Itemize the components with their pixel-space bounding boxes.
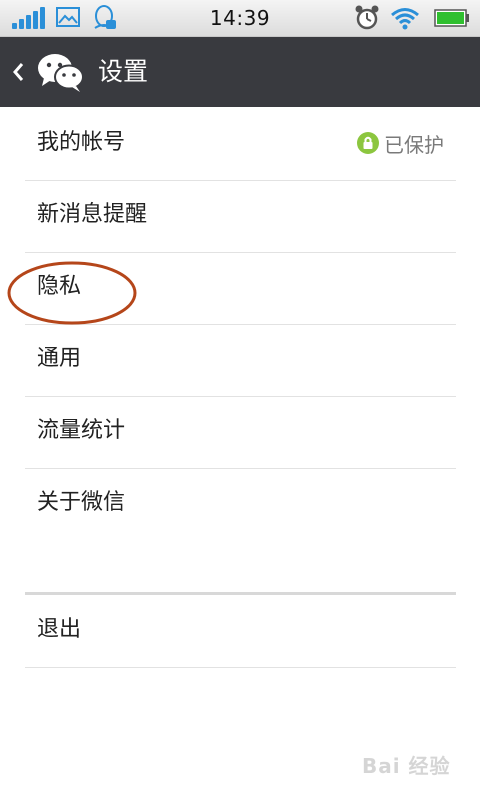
settings-item-label: 我的帐号 [37, 130, 126, 155]
account-status-text: 已保护 [384, 132, 444, 157]
logout-button[interactable]: 退出 [25, 595, 456, 668]
settings-item-account[interactable]: 我的帐号 已保护 [25, 108, 456, 181]
alarm-icon [355, 5, 379, 30]
settings-item-label: 关于微信 [37, 490, 126, 515]
settings-item-label: 通用 [37, 346, 82, 371]
settings-item-label: 新消息提醒 [37, 202, 148, 227]
signal-icon [12, 7, 46, 29]
settings-item-about[interactable]: 关于微信 [25, 468, 456, 540]
title-bar: 设置 [0, 37, 480, 107]
page-title: 设置 [98, 57, 149, 86]
qq-icon [94, 5, 116, 29]
settings-item-notifications[interactable]: 新消息提醒 [25, 180, 456, 253]
settings-item-general[interactable]: 通用 [25, 324, 456, 397]
settings-item-label: 流量统计 [37, 418, 126, 443]
wechat-logo-icon [38, 54, 84, 92]
watermark-text: Bai 经验 [362, 754, 451, 778]
logout-label: 退出 [37, 617, 82, 642]
account-status: 已保护 [356, 129, 444, 157]
chevron-left-icon[interactable] [10, 60, 26, 84]
baidu-watermark: Bai 经验 [362, 744, 472, 784]
status-bar: 14:39 [0, 0, 480, 37]
annotation-circle [7, 261, 137, 325]
lock-icon [357, 132, 379, 154]
status-time: 14:39 [209, 6, 271, 30]
gallery-icon [56, 7, 80, 27]
battery-icon [434, 9, 469, 27]
settings-item-data-usage[interactable]: 流量统计 [25, 396, 456, 469]
wifi-icon [391, 8, 419, 30]
